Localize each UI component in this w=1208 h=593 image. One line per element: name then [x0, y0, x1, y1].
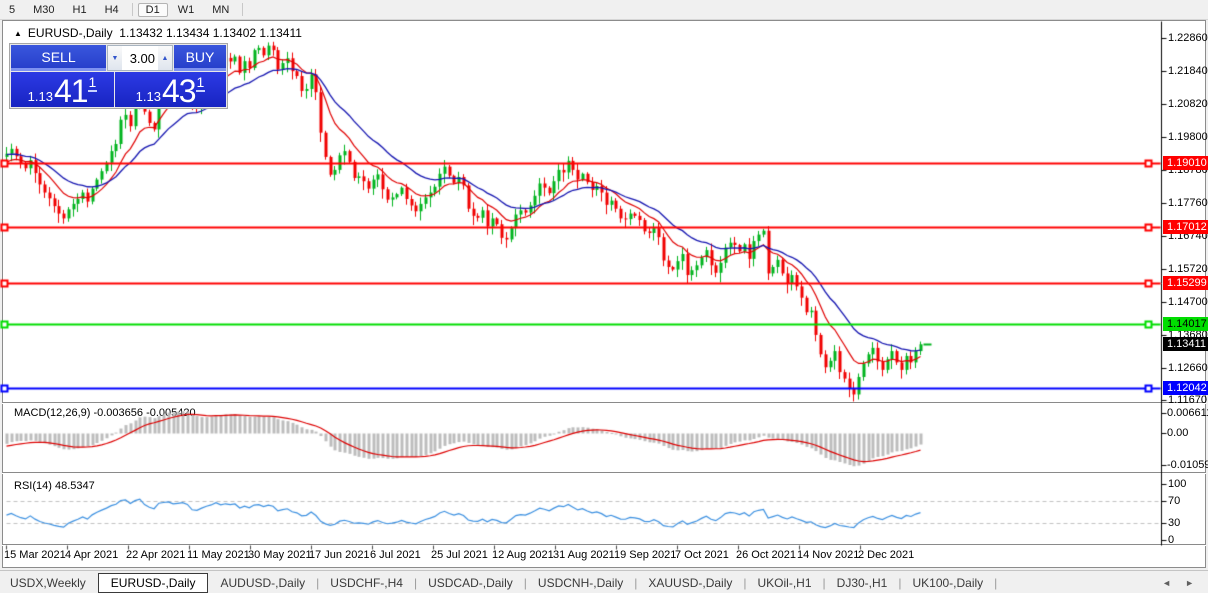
buy-price-big: 43: [161, 72, 197, 109]
tab-separator: |: [523, 575, 527, 590]
tab-ukoil-h1[interactable]: UKOil-,H1: [748, 574, 822, 592]
volume-input[interactable]: [122, 46, 158, 70]
tab-separator: |: [898, 575, 902, 590]
sell-price-button[interactable]: 1.13 41 1: [11, 72, 114, 107]
buy-button[interactable]: BUY: [174, 45, 226, 71]
tab-usdcad-daily[interactable]: USDCAD-,Daily: [418, 574, 523, 592]
buy-price-pip: 1: [195, 74, 206, 92]
buy-price-prefix: 1.13: [135, 89, 161, 104]
chart-tab-bar: USDX,Weekly EURUSD-,Daily AUDUSD-,Daily | US…: [0, 570, 1208, 593]
collapse-panel-icon[interactable]: ▲: [14, 29, 22, 38]
tab-separator: |: [634, 575, 638, 590]
tab-usdchf-h4[interactable]: USDCHF-,H4: [320, 574, 413, 592]
tab-separator: |: [316, 575, 320, 590]
tab-scroll-right-icon[interactable]: ►: [1185, 578, 1194, 588]
sell-button[interactable]: SELL: [11, 45, 106, 71]
tab-separator: |: [413, 575, 418, 590]
tab-dj30-h1[interactable]: DJ30-,H1: [827, 574, 898, 592]
symbol-header: ▲ EURUSD-,Daily 1.13432 1.13434 1.13402 1…: [14, 26, 302, 40]
volume-decrease-icon[interactable]: ▼: [108, 46, 122, 70]
buy-price-button[interactable]: 1.13 43 1: [115, 72, 226, 107]
tab-usdcnh-daily[interactable]: USDCNH-,Daily: [528, 574, 633, 592]
tab-xauusd-daily[interactable]: XAUUSD-,Daily: [638, 574, 742, 592]
tab-scroll-left-icon[interactable]: ◄: [1162, 578, 1171, 588]
tab-separator: |: [743, 575, 747, 590]
volume-stepper: ▼ ▲: [107, 45, 173, 71]
symbol-title: EURUSD-,Daily: [27, 26, 113, 40]
sell-price-prefix: 1.13: [27, 89, 53, 104]
one-click-trading-panel: SELL ▼ ▲ BUY 1.13 41 1 1.13 43 1: [9, 43, 228, 109]
sell-price-pip: 1: [87, 74, 98, 92]
tab-separator: |: [822, 575, 826, 590]
tab-uk100-daily[interactable]: UK100-,Daily: [902, 574, 993, 592]
tab-audusd-daily[interactable]: AUDUSD-,Daily: [210, 574, 315, 592]
tab-eurusd-daily[interactable]: EURUSD-,Daily: [97, 572, 209, 593]
ohlc-quote: 1.13432 1.13434 1.13402 1.13411: [119, 26, 302, 40]
volume-increase-icon[interactable]: ▲: [158, 46, 172, 70]
mt4-window: 5M30H1H4D1W1MN ▲EURUSD-,Daily 1.13432 1.…: [0, 0, 1208, 593]
sell-price-big: 41: [53, 72, 89, 109]
tab-usdx-weekly[interactable]: USDX,Weekly: [0, 574, 96, 592]
tab-separator: |: [994, 575, 998, 590]
